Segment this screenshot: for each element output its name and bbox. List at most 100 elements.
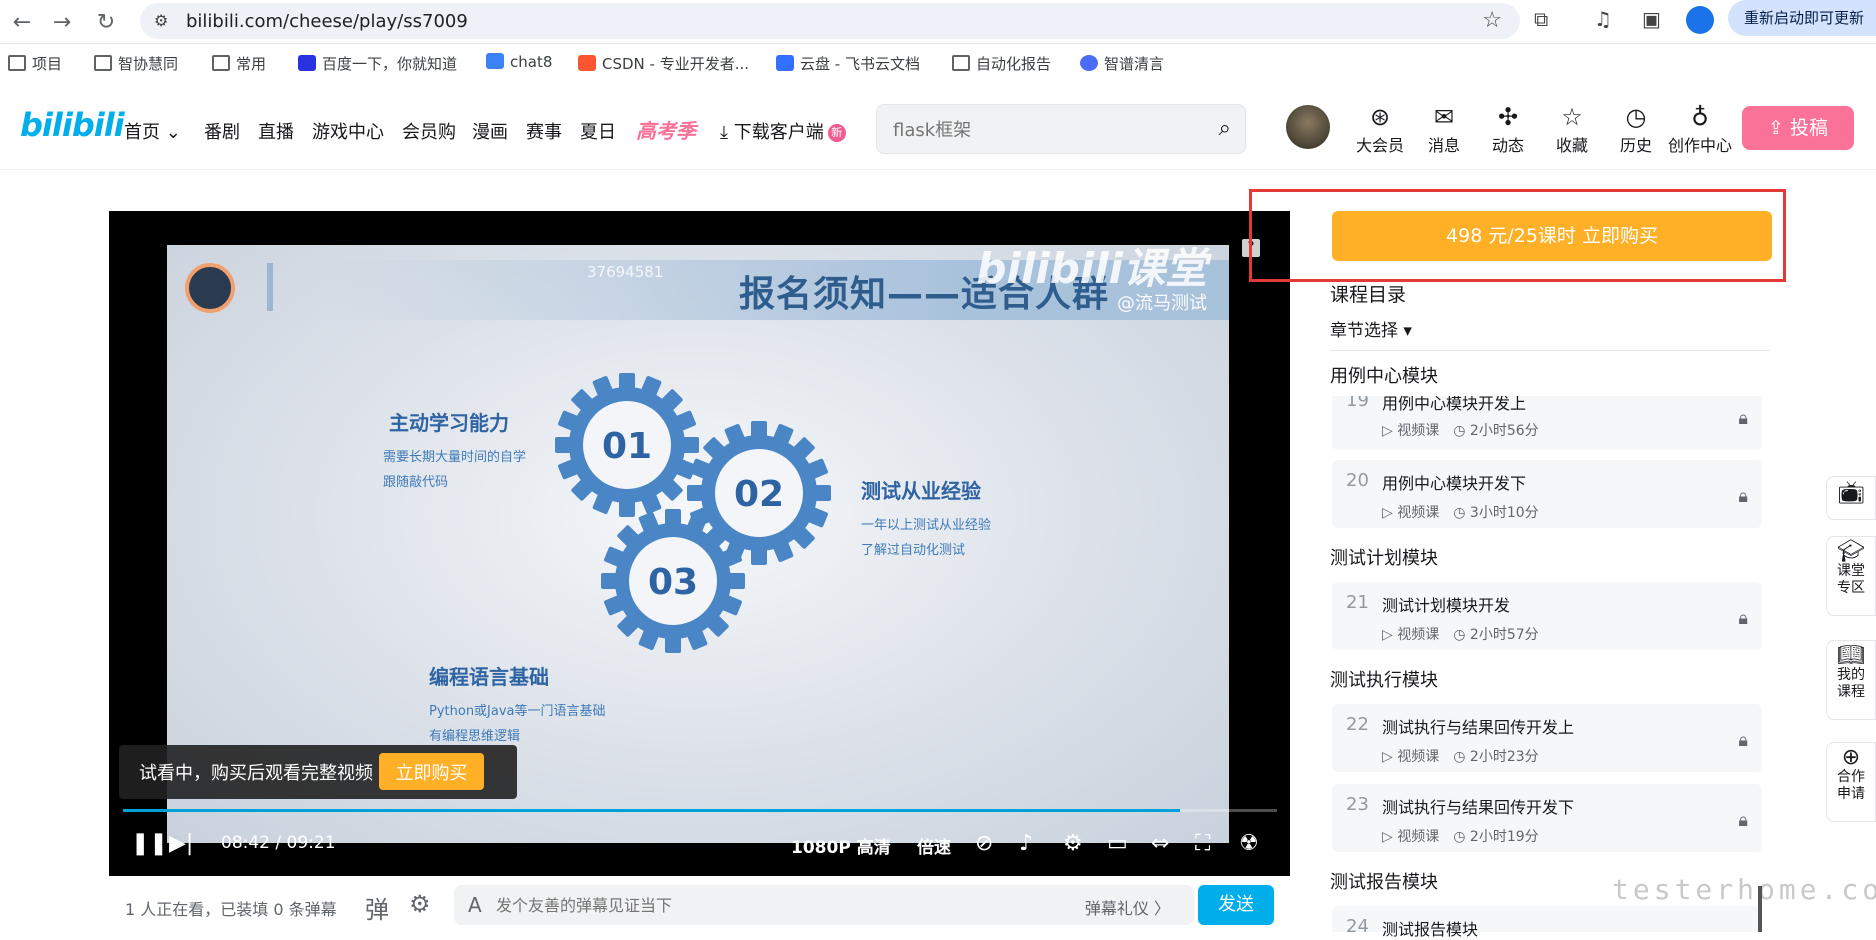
item-desc: 需要长期大量时间的自学 跟随敲代码 bbox=[383, 450, 527, 490]
url-text: bilibili.com/cheese/play/ss7009 bbox=[186, 11, 468, 32]
zhipu-icon bbox=[1080, 55, 1098, 71]
lesson-item[interactable]: 20 用例中心模块开发下 ▷ 视频课 ◷ 3小时10分 🔒︎ bbox=[1332, 460, 1762, 528]
graduation-cap-icon: 🎓︎ bbox=[1837, 539, 1865, 564]
upload-button[interactable]: ⇪ 投稿 bbox=[1742, 106, 1854, 150]
bookmark-star-icon[interactable]: ☆ bbox=[1482, 8, 1502, 33]
trial-buy-button[interactable]: 立即购买 bbox=[379, 753, 484, 790]
nav-game[interactable]: 游戏中心 bbox=[312, 118, 384, 144]
video-player[interactable]: 37694581 报名须知——适合人群 bilibili课堂 @流马测试 01 … bbox=[109, 211, 1290, 876]
bookmark-item[interactable]: 百度一下，你就知道 bbox=[298, 53, 457, 74]
trial-text: 试看中，购买后观看完整视频 bbox=[139, 763, 373, 784]
folder-icon bbox=[212, 55, 230, 71]
progress-bar[interactable] bbox=[123, 809, 1277, 812]
media-icon[interactable]: ♫ bbox=[1594, 7, 1612, 31]
danmaku-etiquette-link[interactable]: 弹幕礼仪 〉 bbox=[1085, 895, 1170, 919]
nav-manga[interactable]: 漫画 bbox=[472, 118, 508, 144]
dynamic-button[interactable]: ✣ 动态 bbox=[1476, 102, 1540, 156]
bookmark-item[interactable]: 智协慧同 bbox=[94, 53, 178, 74]
course-sidebar: 498 元/25课时 立即购买 课程目录 章节选择 ▾ 用例中心模块 19 用例… bbox=[1326, 170, 1772, 939]
widescreen-icon[interactable]: ⇔ bbox=[1151, 831, 1169, 856]
settings-icon[interactable]: ⚙ bbox=[1063, 831, 1083, 856]
lock-icon: 🔒︎ bbox=[1738, 408, 1748, 429]
nav-anime[interactable]: 番剧 bbox=[204, 118, 240, 144]
nav-summer[interactable]: 夏日 bbox=[580, 118, 616, 144]
history-button[interactable]: ◷ 历史 bbox=[1604, 102, 1668, 156]
nav-match[interactable]: 赛事 bbox=[526, 118, 562, 144]
divider bbox=[1330, 350, 1770, 351]
reload-icon[interactable]: ↻ bbox=[88, 4, 124, 40]
message-button[interactable]: ✉ 消息 bbox=[1412, 102, 1476, 156]
float-classroom[interactable]: 🎓︎ 课堂专区 bbox=[1826, 536, 1876, 616]
nav-live[interactable]: 直播 bbox=[258, 118, 294, 144]
favorite-button[interactable]: ☆ 收藏 bbox=[1540, 102, 1604, 156]
clock-icon: ◷ bbox=[1453, 423, 1466, 439]
folder-icon bbox=[8, 55, 26, 71]
site-info-icon[interactable]: ⚙ bbox=[154, 11, 168, 30]
user-avatar[interactable] bbox=[1286, 105, 1330, 149]
catalog-title: 课程目录 bbox=[1330, 284, 1407, 306]
sidepanel-icon[interactable]: ▣ bbox=[1642, 7, 1661, 31]
nav-home[interactable]: 首页 ⌄ bbox=[124, 118, 181, 144]
danmaku-settings-icon[interactable]: ⚙ bbox=[409, 890, 431, 918]
quality-button[interactable]: 1080P 高清 bbox=[791, 833, 891, 858]
send-button[interactable]: 发送 bbox=[1198, 885, 1274, 925]
danmaku-input[interactable] bbox=[496, 893, 1056, 917]
bookmark-item[interactable]: 云盘 - 飞书云文档 bbox=[776, 53, 920, 74]
next-icon[interactable]: ▶| bbox=[169, 831, 193, 856]
search-icon[interactable]: ⌕ bbox=[1219, 116, 1231, 141]
clock-icon: ◷ bbox=[1453, 749, 1466, 765]
forward-icon[interactable]: → bbox=[44, 4, 80, 40]
lesson-item[interactable]: 19 用例中心模块开发上 ▷ 视频课 ◷ 2小时56分 🔒︎ bbox=[1332, 396, 1762, 450]
float-bilibili[interactable]: 📺︎ bbox=[1826, 476, 1876, 520]
slide-divider bbox=[267, 263, 273, 311]
subtitle-off-icon[interactable]: ⊘ bbox=[975, 831, 993, 856]
bilibili-logo[interactable]: bilibili bbox=[20, 106, 125, 144]
trial-notice: 试看中，购买后观看完整视频 立即购买 bbox=[119, 745, 517, 799]
float-cooperation[interactable]: ⊕ 合作申请 bbox=[1826, 742, 1876, 822]
gear-number: 03 bbox=[648, 562, 698, 603]
nav-mall[interactable]: 会员购 bbox=[402, 118, 456, 144]
danmaku-toggle-icon[interactable]: 弹 bbox=[365, 890, 389, 925]
lesson-item[interactable]: 21 测试计划模块开发 ▷ 视频课 ◷ 2小时57分 🔒︎ bbox=[1332, 582, 1762, 650]
nav-download[interactable]: ⤓ 下载客户端新 bbox=[720, 118, 846, 144]
lesson-item[interactable]: 24 测试报告模块 bbox=[1332, 906, 1762, 939]
lesson-item[interactable]: 22 测试执行与结果回传开发上 ▷ 视频课 ◷ 2小时23分 🔒︎ bbox=[1332, 704, 1762, 772]
bookmark-item[interactable]: 智谱清言 bbox=[1080, 53, 1164, 74]
progress-fill bbox=[123, 809, 1181, 812]
clock-icon: ◷ bbox=[1453, 829, 1466, 845]
chevron-down-icon: ⌄ bbox=[165, 122, 181, 143]
speed-button[interactable]: 倍速 bbox=[917, 833, 951, 858]
folder-icon bbox=[952, 55, 970, 71]
back-icon[interactable]: ← bbox=[4, 4, 40, 40]
lesson-item[interactable]: 23 测试执行与结果回传开发下 ▷ 视频课 ◷ 2小时19分 🔒︎ bbox=[1332, 784, 1762, 852]
clock-icon: ◷ bbox=[1453, 505, 1466, 521]
gear-03: 03 bbox=[593, 501, 753, 661]
bookmark-item[interactable]: 常用 bbox=[212, 53, 266, 74]
nav-gaokao[interactable]: 高考季 bbox=[636, 115, 696, 144]
pause-icon[interactable]: ❚❚ bbox=[131, 831, 168, 856]
bookmark-item[interactable]: chat8 bbox=[486, 53, 552, 71]
creator-button[interactable]: ♁ 创作中心 bbox=[1668, 102, 1732, 156]
module-title: 测试执行模块 bbox=[1330, 670, 1438, 691]
user-plus-icon: ⊕ bbox=[1841, 745, 1861, 770]
update-button[interactable]: 重新启动即可更新 bbox=[1728, 0, 1876, 36]
pip-icon[interactable]: ▭ bbox=[1107, 831, 1128, 856]
watch-count: 1 人正在看，已装填 0 条弹幕 bbox=[125, 900, 337, 919]
bookmark-item[interactable]: CSDN - 专业开发者... bbox=[578, 53, 749, 74]
radiation-icon[interactable]: ☢ bbox=[1239, 831, 1259, 856]
vip-button[interactable]: ⊛ 大会员 bbox=[1348, 102, 1412, 156]
address-bar[interactable]: ⚙ bilibili.com/cheese/play/ss7009 ☆ bbox=[140, 3, 1520, 39]
font-style-icon[interactable]: A bbox=[468, 893, 482, 917]
scrollbar[interactable] bbox=[1758, 886, 1762, 932]
chapter-select[interactable]: 章节选择 ▾ bbox=[1330, 316, 1412, 341]
volume-icon[interactable]: ♪ bbox=[1019, 831, 1033, 856]
search-box: ⌕ bbox=[876, 104, 1246, 154]
bookmark-item[interactable]: 项目 bbox=[8, 53, 62, 74]
float-my-course[interactable]: 📖︎ 我的课程 bbox=[1826, 640, 1876, 720]
baidu-icon bbox=[298, 55, 316, 71]
search-input[interactable] bbox=[893, 117, 1193, 143]
fullscreen-icon[interactable]: ⛶ bbox=[1195, 831, 1210, 856]
bookmark-item[interactable]: 自动化报告 bbox=[952, 53, 1051, 74]
extensions-icon[interactable]: ⧉ bbox=[1534, 7, 1548, 31]
profile-avatar[interactable] bbox=[1686, 6, 1714, 34]
